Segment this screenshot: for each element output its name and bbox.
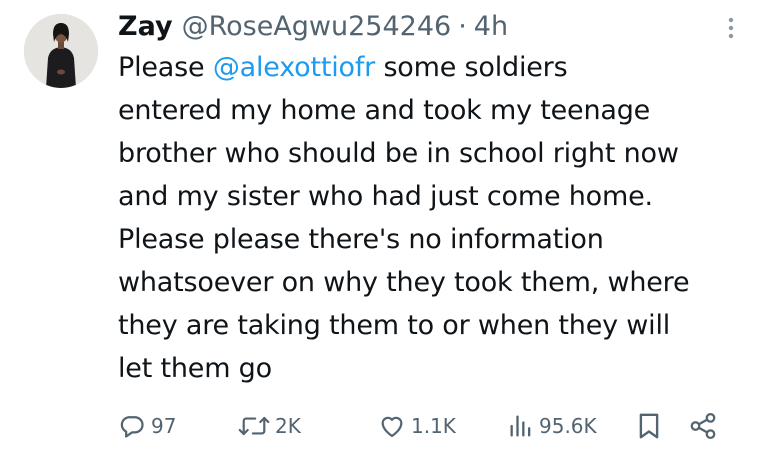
display-name[interactable]: Zay [118,11,173,42]
like-count: 1.1K [411,414,456,438]
tweet[interactable]: Zay @RoseAgwu254246 · 4h Please @alexott… [0,0,768,461]
share-icon [690,413,716,439]
tweet-line: Please @alexottiofr some soldiers [118,46,758,89]
repost-icon [238,416,270,436]
tweet-line: entered my home and took my teenage [118,95,651,126]
bookmark-button[interactable] [636,404,662,448]
separator-dot: · [458,10,467,42]
tweet-line: and my sister who had just come home. [118,181,653,212]
repost-button[interactable]: 2K [238,404,301,448]
mention-link[interactable]: @alexottiofr [213,52,375,83]
reply-button[interactable]: 97 [118,404,176,448]
tweet-line: they are taking them to or when they wil… [118,310,671,341]
user-handle[interactable]: @RoseAgwu254246 [182,11,452,42]
more-icon[interactable] [724,14,738,42]
action-bar: 97 2K 1.1K 95.6K [118,404,738,448]
repost-count: 2K [275,414,301,438]
share-button[interactable] [688,404,718,448]
tweet-line: whatsoever on why they took them, where [118,267,690,298]
tweet-text-prefix: Please [118,52,213,83]
tweet-line: brother who should be in school right no… [118,138,679,169]
views-button[interactable]: 95.6K [508,404,597,448]
bookmark-icon [639,413,659,439]
reply-icon [120,416,144,438]
avatar[interactable] [24,14,98,88]
tweet-text-suffix: some soldiers [375,52,568,83]
like-icon [381,416,403,438]
timestamp[interactable]: 4h [474,11,508,42]
reply-count: 97 [151,414,177,438]
tweet-text: Please @alexottiofr some soldiers entere… [118,46,758,390]
like-button[interactable]: 1.1K [378,404,456,448]
profile-photo-icon [24,14,98,88]
tweet-header: Zay @RoseAgwu254246 · 4h [118,6,508,46]
tweet-line: let them go [118,353,272,384]
views-icon [510,415,531,437]
tweet-line: Please please there's no information [118,224,604,255]
views-count: 95.6K [539,414,597,438]
